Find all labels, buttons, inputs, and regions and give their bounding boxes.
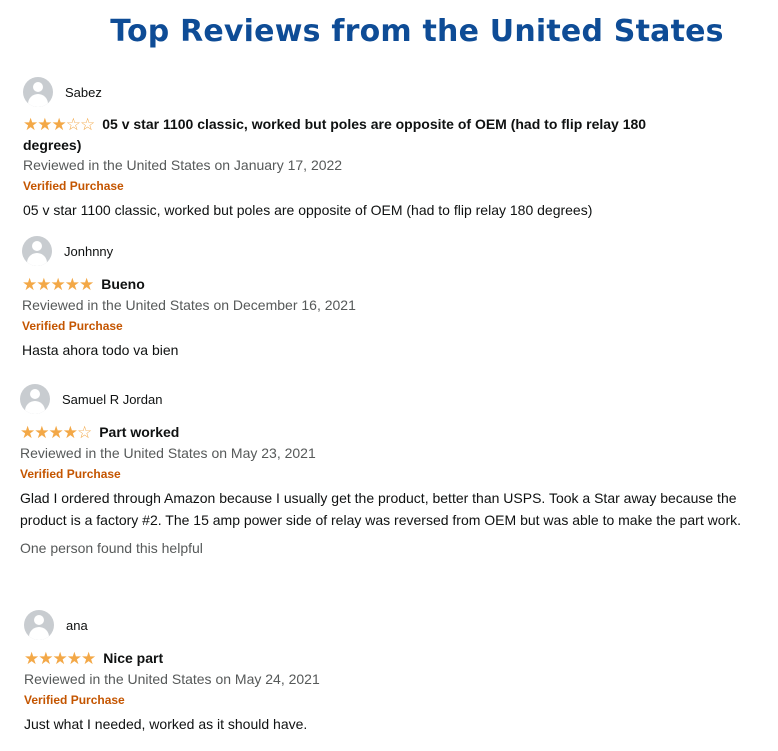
review-title[interactable]: Nice part [103, 650, 163, 666]
reviewer-name[interactable]: ana [66, 618, 88, 633]
verified-purchase-badge: Verified Purchase [22, 319, 123, 333]
reviewer-row: Jonhnny [22, 236, 762, 266]
review-item: Sabez ★★★☆☆ 05 v star 1100 classic, worke… [23, 77, 663, 221]
verified-purchase-badge: Verified Purchase [20, 467, 121, 481]
review-title-row: ★★★☆☆ 05 v star 1100 classic, worked but … [23, 114, 663, 155]
review-body: Hasta ahora todo va bien [22, 342, 179, 358]
review-title[interactable]: Part worked [99, 424, 179, 440]
review-item: ana ★★★★★ Nice part Reviewed in the Unite… [24, 610, 764, 735]
avatar-icon [23, 77, 53, 107]
review-date: Reviewed in the United States on May 24,… [24, 671, 320, 687]
reviewer-name[interactable]: Sabez [65, 85, 102, 100]
reviewer-name[interactable]: Samuel R Jordan [62, 392, 162, 407]
star-rating-icon: ★★★★★ [22, 275, 94, 295]
review-title-row: ★★★★☆ Part worked [20, 422, 770, 443]
review-body: Just what I needed, worked as it should … [24, 716, 308, 732]
avatar-icon [22, 236, 52, 266]
verified-purchase-badge: Verified Purchase [23, 179, 124, 193]
page-heading: Top Reviews from the United States [110, 14, 724, 49]
review-body: 05 v star 1100 classic, worked but poles… [23, 202, 593, 218]
review-date: Reviewed in the United States on January… [23, 157, 343, 173]
star-rating-icon: ★★★★☆ [20, 423, 92, 443]
review-date: Reviewed in the United States on May 23,… [20, 445, 316, 461]
review-body: Glad I ordered through Amazon because I … [20, 490, 742, 528]
verified-purchase-badge: Verified Purchase [24, 693, 125, 707]
review-item: Jonhnny ★★★★★ Bueno Reviewed in the Unite… [22, 236, 762, 361]
star-rating-icon: ★★★★★ [24, 649, 96, 669]
reviewer-name[interactable]: Jonhnny [64, 244, 113, 259]
review-date: Reviewed in the United States on Decembe… [22, 297, 356, 313]
review-title[interactable]: Bueno [101, 276, 145, 292]
avatar-icon [24, 610, 54, 640]
reviewer-row: Sabez [23, 77, 663, 107]
avatar-icon [20, 384, 50, 414]
review-item: Samuel R Jordan ★★★★☆ Part worked Reviewe… [20, 384, 770, 556]
star-rating-icon: ★★★☆☆ [23, 115, 95, 135]
helpful-count: One person found this helpful [20, 540, 203, 556]
review-title[interactable]: 05 v star 1100 classic, worked but poles… [23, 116, 646, 153]
review-title-row: ★★★★★ Nice part [24, 648, 764, 669]
review-title-row: ★★★★★ Bueno [22, 274, 762, 295]
reviewer-row: Samuel R Jordan [20, 384, 770, 414]
reviewer-row: ana [24, 610, 764, 640]
